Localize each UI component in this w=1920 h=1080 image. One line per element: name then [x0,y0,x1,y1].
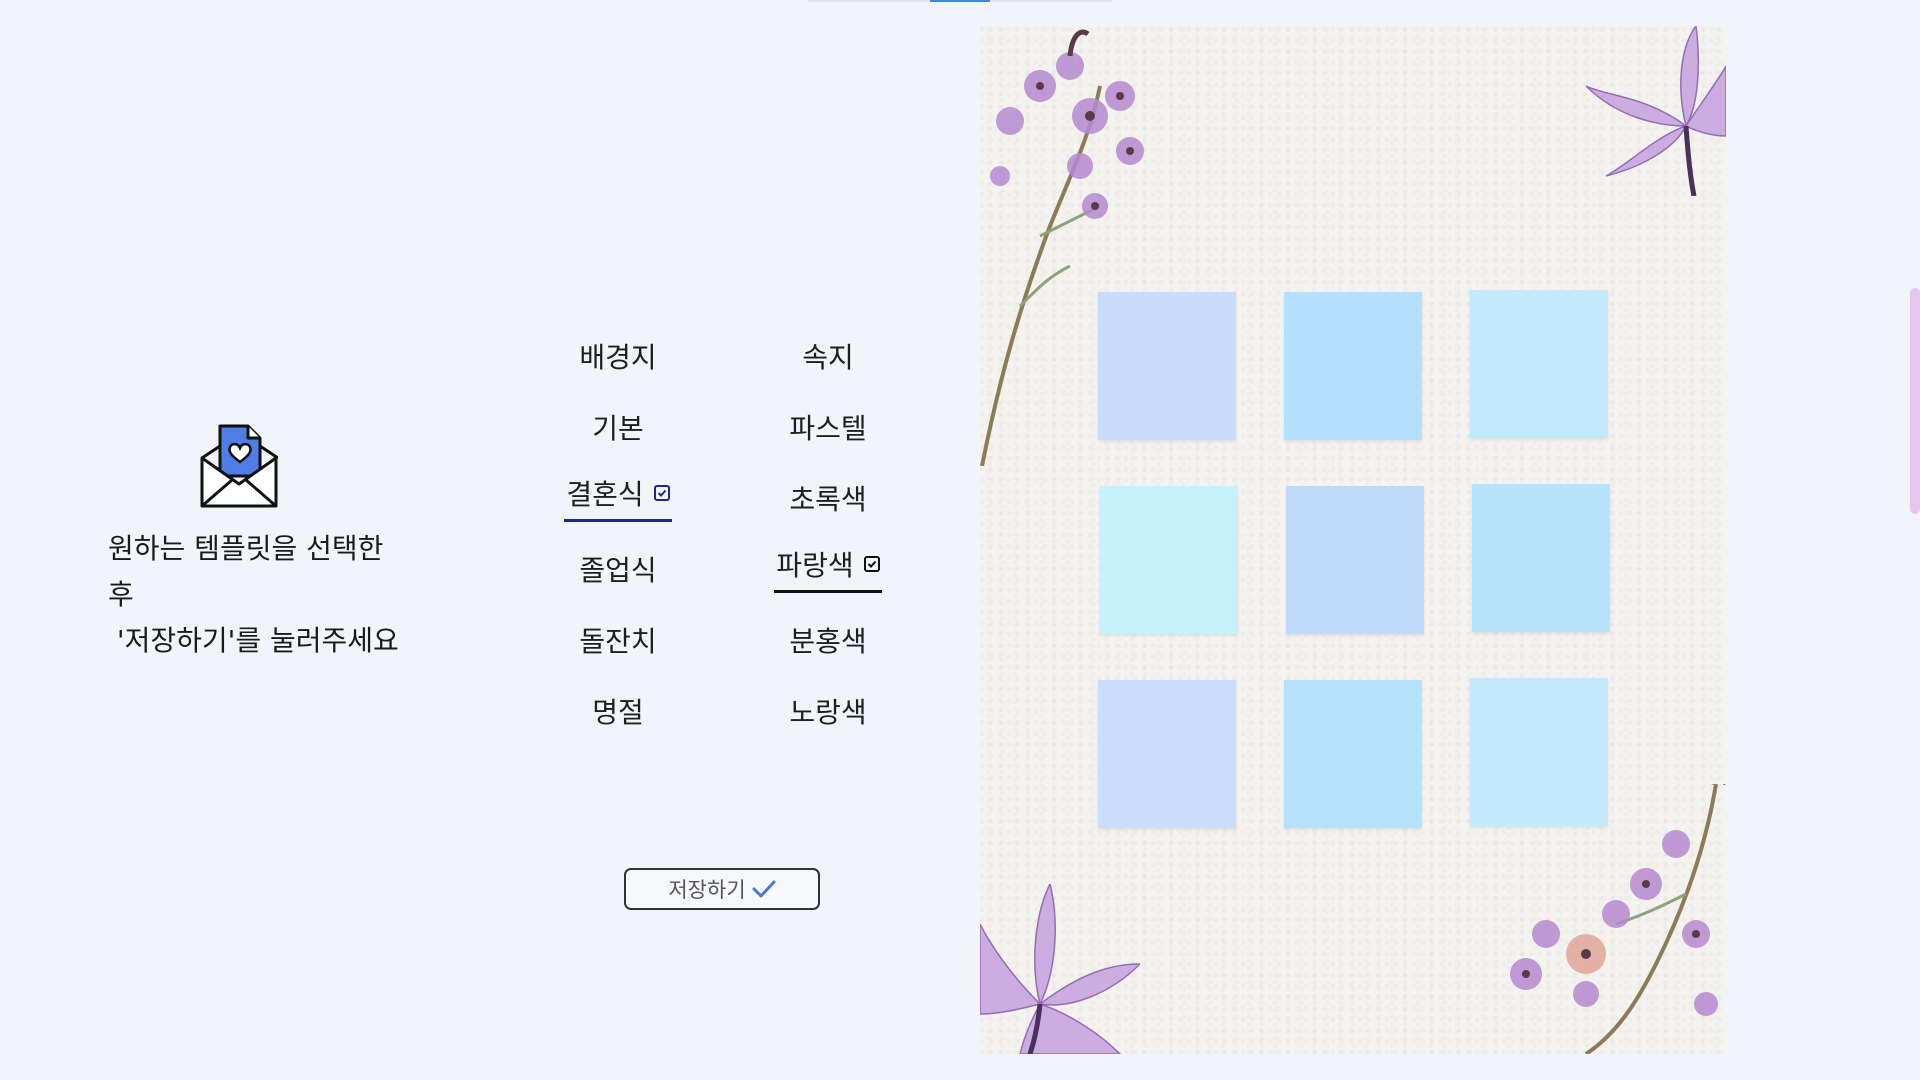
menu-item-label: 분홍색 [789,624,867,658]
menu-item-inner-paper[interactable]: 속지 [800,320,856,391]
instruction-text: 원하는 템플릿을 선택한 후 '저장하기'를 눌러주세요 [108,532,399,657]
menu-item-basic[interactable]: 기본 [590,391,646,462]
menu-item-yellow[interactable]: 노랑색 [787,675,868,746]
lily-decoration-icon [980,884,1140,1054]
checked-box-icon [653,485,670,501]
menu-item-background[interactable]: 배경지 [577,320,658,391]
menu-item-holiday[interactable]: 명절 [590,675,646,746]
menu-item-label: 노랑색 [789,695,867,729]
menu-item-label: 기본 [592,411,644,445]
top-tab-indicator [808,0,1112,2]
sticky-note [1284,680,1422,828]
category-menu: 배경지 기본 결혼식 졸업식 돌잔치 명절 [538,320,698,746]
menu-item-label: 졸업식 [579,553,657,587]
sticky-note [1100,486,1238,634]
menu-item-label: 파랑색 [776,549,854,582]
menu-item-pastel[interactable]: 파스텔 [787,391,868,462]
menu-item-label: 명절 [592,695,644,729]
menu-item-pink[interactable]: 분홍색 [787,604,868,675]
sticky-note [1098,680,1236,828]
menu-item-graduation[interactable]: 졸업식 [577,533,658,604]
checkmark-icon [752,880,776,898]
save-button[interactable]: 저장하기 [624,868,820,910]
scrollbar-thumb[interactable] [1910,288,1920,514]
menu-item-first-birthday[interactable]: 돌잔치 [577,604,658,675]
menu-item-wedding[interactable]: 결혼식 [564,462,672,533]
menu-item-label: 돌잔치 [579,624,657,658]
template-select-page: 원하는 템플릿을 선택한 후 '저장하기'를 눌러주세요 배경지 기본 결혼식 … [0,0,1920,1080]
checked-box-icon [863,556,880,572]
sticky-note [1284,292,1422,440]
lily-decoration-icon [1586,26,1726,196]
save-button-label: 저장하기 [668,878,746,902]
instruction-panel: 원하는 템플릿을 선택한 후 '저장하기'를 눌러주세요 [108,418,428,664]
active-tab-indicator [930,0,990,2]
menu-item-blue[interactable]: 파랑색 [774,533,882,604]
menu-item-label: 결혼식 [566,478,644,511]
sticky-note [1470,678,1608,826]
template-preview [980,26,1726,1054]
menu-item-label: 배경지 [579,340,657,374]
menu-item-label: 초록색 [789,482,867,516]
sticky-note [1286,486,1424,634]
sticky-note [1470,290,1608,438]
sticky-note [1472,484,1610,632]
menu-item-label: 속지 [802,340,854,374]
envelope-heart-icon [200,424,278,508]
menu-item-label: 파스텔 [789,411,867,445]
sticky-note [1098,292,1236,440]
color-menu: 속지 파스텔 초록색 파랑색 분홍색 노랑색 [748,320,908,746]
menu-item-green[interactable]: 초록색 [787,462,868,533]
